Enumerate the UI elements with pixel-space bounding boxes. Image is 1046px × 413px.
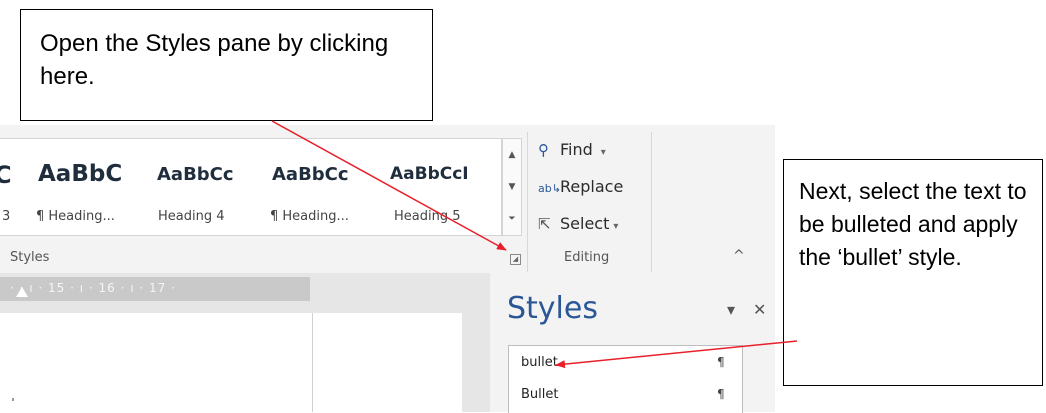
indent-marker-icon[interactable] — [16, 287, 28, 297]
scroll-up-icon[interactable]: ▲ — [503, 139, 521, 171]
styles-list: bullet ¶ Bullet ¶ — [508, 345, 743, 413]
style-tile[interactable]: AaBbCc ¶ Heading... — [270, 139, 385, 235]
chevron-down-icon: ▾ — [600, 147, 606, 158]
ruler-ticks: · · ı · 15 · ı · 16 · ı · 17 · — [10, 281, 176, 295]
styles-group-label: Styles — [10, 250, 50, 265]
style-sample: C — [0, 161, 12, 189]
styles-gallery: C 3 AaBbC ¶ Heading... AaBbCc Heading 4 … — [0, 138, 502, 236]
instruction-callout: Open the Styles pane by clicking here. — [20, 9, 433, 121]
scroll-down-icon[interactable]: ▼ — [503, 171, 521, 203]
select-label: Select — [560, 214, 610, 233]
style-tile[interactable]: AaBbCcI Heading 5 — [388, 139, 500, 235]
style-sample: AaBbC — [38, 161, 123, 187]
style-name: Heading 5 — [394, 209, 461, 224]
cursor-arrow-icon: ⇱ — [538, 215, 551, 233]
style-name: 3 — [2, 209, 11, 224]
search-icon: ⚲ — [538, 141, 549, 159]
style-tile[interactable]: AaBbC ¶ Heading... — [30, 139, 140, 235]
instruction-callout: Next, select the text to be bulleted and… — [783, 159, 1043, 386]
document-page[interactable] — [0, 313, 462, 412]
editing-group-label: Editing — [564, 250, 610, 265]
more-styles-icon[interactable]: ⏷ — [503, 203, 521, 235]
collapse-ribbon-icon[interactable]: ^ — [733, 248, 745, 264]
gallery-scrollbar: ▲ ▼ ⏷ — [502, 138, 522, 236]
group-divider — [527, 132, 528, 272]
find-button[interactable]: ⚲ Find ▾ — [538, 140, 606, 159]
replace-icon: ab↳ — [538, 182, 561, 195]
page-margin-line — [312, 313, 313, 412]
chevron-down-icon: ▾ — [613, 221, 619, 232]
find-label: Find — [560, 140, 593, 159]
horizontal-ruler[interactable]: · · ı · 15 · ı · 16 · ı · 17 · — [0, 277, 310, 301]
style-sample: AaBbCc — [272, 164, 349, 185]
style-list-item[interactable]: Bullet ¶ — [521, 387, 736, 402]
style-name: ¶ Heading... — [270, 209, 349, 224]
styles-pane-title: Styles — [507, 291, 598, 326]
paragraph-mark-icon: ¶ — [717, 387, 725, 401]
style-sample: AaBbCc — [157, 164, 234, 185]
style-item-name: Bullet — [521, 387, 559, 402]
style-tile[interactable]: C 3 — [0, 139, 12, 235]
replace-label: Replace — [560, 177, 624, 196]
group-divider — [651, 132, 652, 272]
text-cursor — [12, 398, 14, 401]
close-icon[interactable]: ✕ — [753, 300, 766, 319]
select-button[interactable]: ⇱ Select ▾ — [538, 214, 618, 233]
pane-options-icon[interactable]: ▾ — [727, 300, 735, 319]
paragraph-mark-icon: ¶ — [717, 355, 725, 369]
styles-dialog-launcher-icon[interactable]: ◢ — [510, 254, 521, 265]
style-tile[interactable]: AaBbCc Heading 4 — [155, 139, 265, 235]
style-list-item[interactable]: bullet ¶ — [521, 355, 736, 370]
style-name: Heading 4 — [158, 209, 225, 224]
style-item-name: bullet — [521, 355, 558, 370]
style-sample: AaBbCcI — [390, 164, 469, 184]
replace-button[interactable]: ab↳Replace — [538, 177, 623, 196]
style-name: ¶ Heading... — [36, 209, 115, 224]
